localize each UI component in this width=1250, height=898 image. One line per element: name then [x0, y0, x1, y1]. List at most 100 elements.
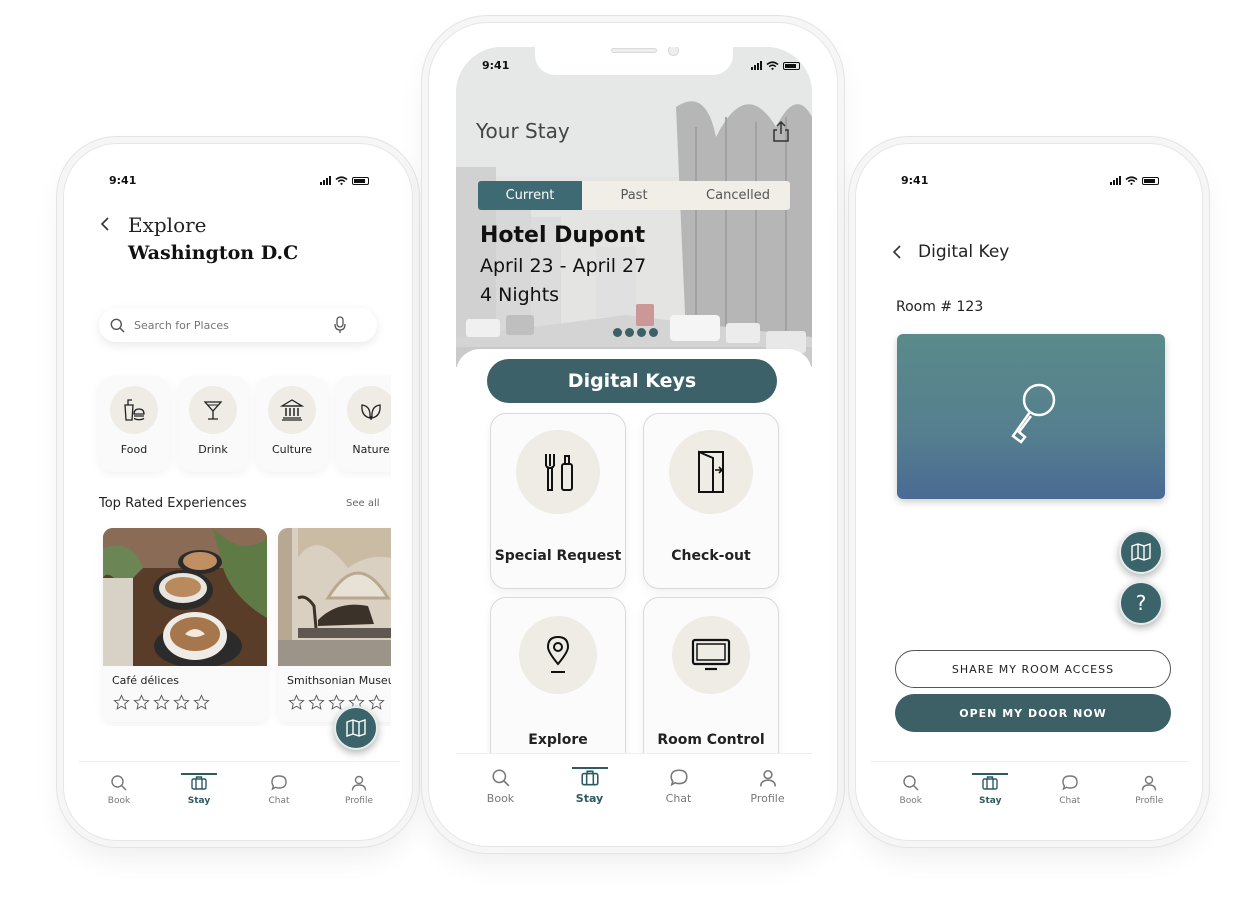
- tab-profile[interactable]: Profile: [738, 768, 798, 825]
- tab-label: Profile: [345, 796, 373, 806]
- back-chevron-icon[interactable]: [892, 244, 902, 260]
- tile-label: Check-out: [671, 548, 751, 564]
- tab-bar: Book Stay Chat Profile: [79, 761, 399, 821]
- search-bar[interactable]: [99, 308, 377, 342]
- tab-book[interactable]: Book: [89, 774, 149, 821]
- experience-card-cafe[interactable]: Café délices: [103, 528, 267, 722]
- tab-profile[interactable]: Profile: [1119, 774, 1179, 821]
- cellular-signal-icon: [1110, 176, 1121, 185]
- cafe-photo: [103, 528, 267, 668]
- open-door-button[interactable]: OPEN MY DOOR NOW: [895, 694, 1171, 732]
- section-title: Top Rated Experiences: [99, 496, 247, 511]
- page-title: Your Stay: [476, 119, 570, 143]
- explore-title: Explore: [128, 213, 207, 237]
- status-icons: [751, 61, 800, 70]
- map-button[interactable]: [334, 706, 378, 750]
- carousel-dot[interactable]: [613, 328, 622, 337]
- status-icons: [1110, 176, 1159, 185]
- leaf-icon: [361, 404, 381, 420]
- room-number: Room # 123: [896, 299, 984, 315]
- tab-profile[interactable]: Profile: [329, 774, 389, 821]
- digital-keys-button[interactable]: Digital Keys: [487, 359, 777, 403]
- user-icon: [759, 770, 776, 787]
- segment-past[interactable]: Past: [582, 181, 686, 210]
- page-title: Digital Key: [918, 242, 1010, 262]
- cellular-signal-icon: [751, 61, 762, 70]
- carousel-dot[interactable]: [637, 328, 646, 337]
- tab-chat[interactable]: Chat: [649, 768, 709, 825]
- experience-card-museum[interactable]: Smithsonian Museu: [278, 528, 391, 722]
- category-nature[interactable]: Nature: [335, 376, 391, 472]
- tab-label: Book: [899, 796, 922, 806]
- segment-current[interactable]: Current: [478, 181, 582, 210]
- tv-icon: [691, 638, 731, 671]
- star-icon: [153, 694, 170, 710]
- category-drink[interactable]: Drink: [177, 376, 249, 472]
- tab-stay[interactable]: Stay: [960, 773, 1020, 821]
- see-all-link[interactable]: See all: [346, 498, 380, 509]
- food-icon: [124, 399, 145, 421]
- tile-label: Room Control: [657, 732, 765, 748]
- share-room-access-button[interactable]: SHARE MY ROOM ACCESS: [895, 650, 1171, 688]
- star-icon: [113, 694, 130, 710]
- tab-label: Book: [107, 796, 131, 806]
- wifi-icon: [766, 61, 779, 70]
- star-icon: [173, 694, 190, 710]
- tab-label: Chat: [1059, 796, 1081, 806]
- tile-room-control[interactable]: Room Control: [643, 597, 779, 773]
- tab-label: Profile: [750, 792, 785, 805]
- tab-label: Stay: [187, 796, 211, 806]
- suitcase-icon: [982, 776, 998, 790]
- map-button[interactable]: [1119, 530, 1163, 574]
- battery-icon: [783, 61, 800, 70]
- digital-key-card[interactable]: [897, 334, 1165, 499]
- chat-bubble-icon: [1062, 775, 1078, 791]
- wifi-icon: [1125, 176, 1138, 185]
- tile-label: Special Request: [494, 548, 622, 564]
- tab-label: Stay: [575, 792, 604, 805]
- search-input[interactable]: [134, 318, 329, 332]
- tile-check-out[interactable]: Check-out: [643, 413, 779, 589]
- tab-chat[interactable]: Chat: [1040, 774, 1100, 821]
- share-icon[interactable]: [772, 121, 790, 143]
- carousel-dot[interactable]: [649, 328, 658, 337]
- cellular-signal-icon: [320, 176, 331, 185]
- tab-stay[interactable]: Stay: [560, 767, 620, 825]
- back-chevron-icon[interactable]: [100, 216, 110, 232]
- help-button[interactable]: ?: [1119, 581, 1163, 625]
- map-icon: [346, 719, 366, 737]
- segment-cancelled[interactable]: Cancelled: [686, 181, 790, 210]
- experience-list: Café délices Smithsonian Museu: [79, 526, 391, 726]
- category-label: Nature: [352, 443, 390, 456]
- tab-bar: Book Stay Chat Profile: [456, 753, 812, 825]
- help-label: ?: [1135, 591, 1147, 615]
- tile-special-request[interactable]: Special Request: [490, 413, 626, 589]
- chat-bubble-icon: [669, 769, 688, 787]
- tab-book[interactable]: Book: [881, 774, 941, 821]
- star-icon: [328, 694, 345, 710]
- tile-explore[interactable]: Explore: [490, 597, 626, 773]
- star-icon: [133, 694, 150, 710]
- museum-icon: [279, 399, 305, 421]
- search-icon: [491, 769, 509, 787]
- door-exit-icon: [698, 450, 724, 493]
- stay-segmented-control: Current Past Cancelled: [478, 181, 790, 210]
- tab-book[interactable]: Book: [471, 768, 531, 825]
- status-time: 9:41: [109, 174, 137, 187]
- tab-label: Book: [486, 792, 515, 805]
- carousel-dot[interactable]: [625, 328, 634, 337]
- status-time: 9:41: [482, 59, 510, 72]
- tab-chat[interactable]: Chat: [249, 774, 309, 821]
- tab-stay[interactable]: Stay: [169, 773, 229, 821]
- category-label: Culture: [271, 443, 313, 456]
- wifi-icon: [335, 176, 348, 185]
- microphone-icon[interactable]: [333, 316, 347, 334]
- category-list: Food Drink Culture Nature: [79, 374, 391, 478]
- category-culture[interactable]: Culture: [256, 376, 328, 472]
- cocktail-icon: [203, 401, 223, 420]
- stay-phone: 9:41 Your Stay Current Past Cancelled Ho…: [428, 22, 838, 847]
- star-icon: [193, 694, 210, 710]
- category-label: Food: [120, 443, 148, 456]
- status-bar: 9:41: [456, 47, 812, 77]
- category-food[interactable]: Food: [98, 376, 170, 472]
